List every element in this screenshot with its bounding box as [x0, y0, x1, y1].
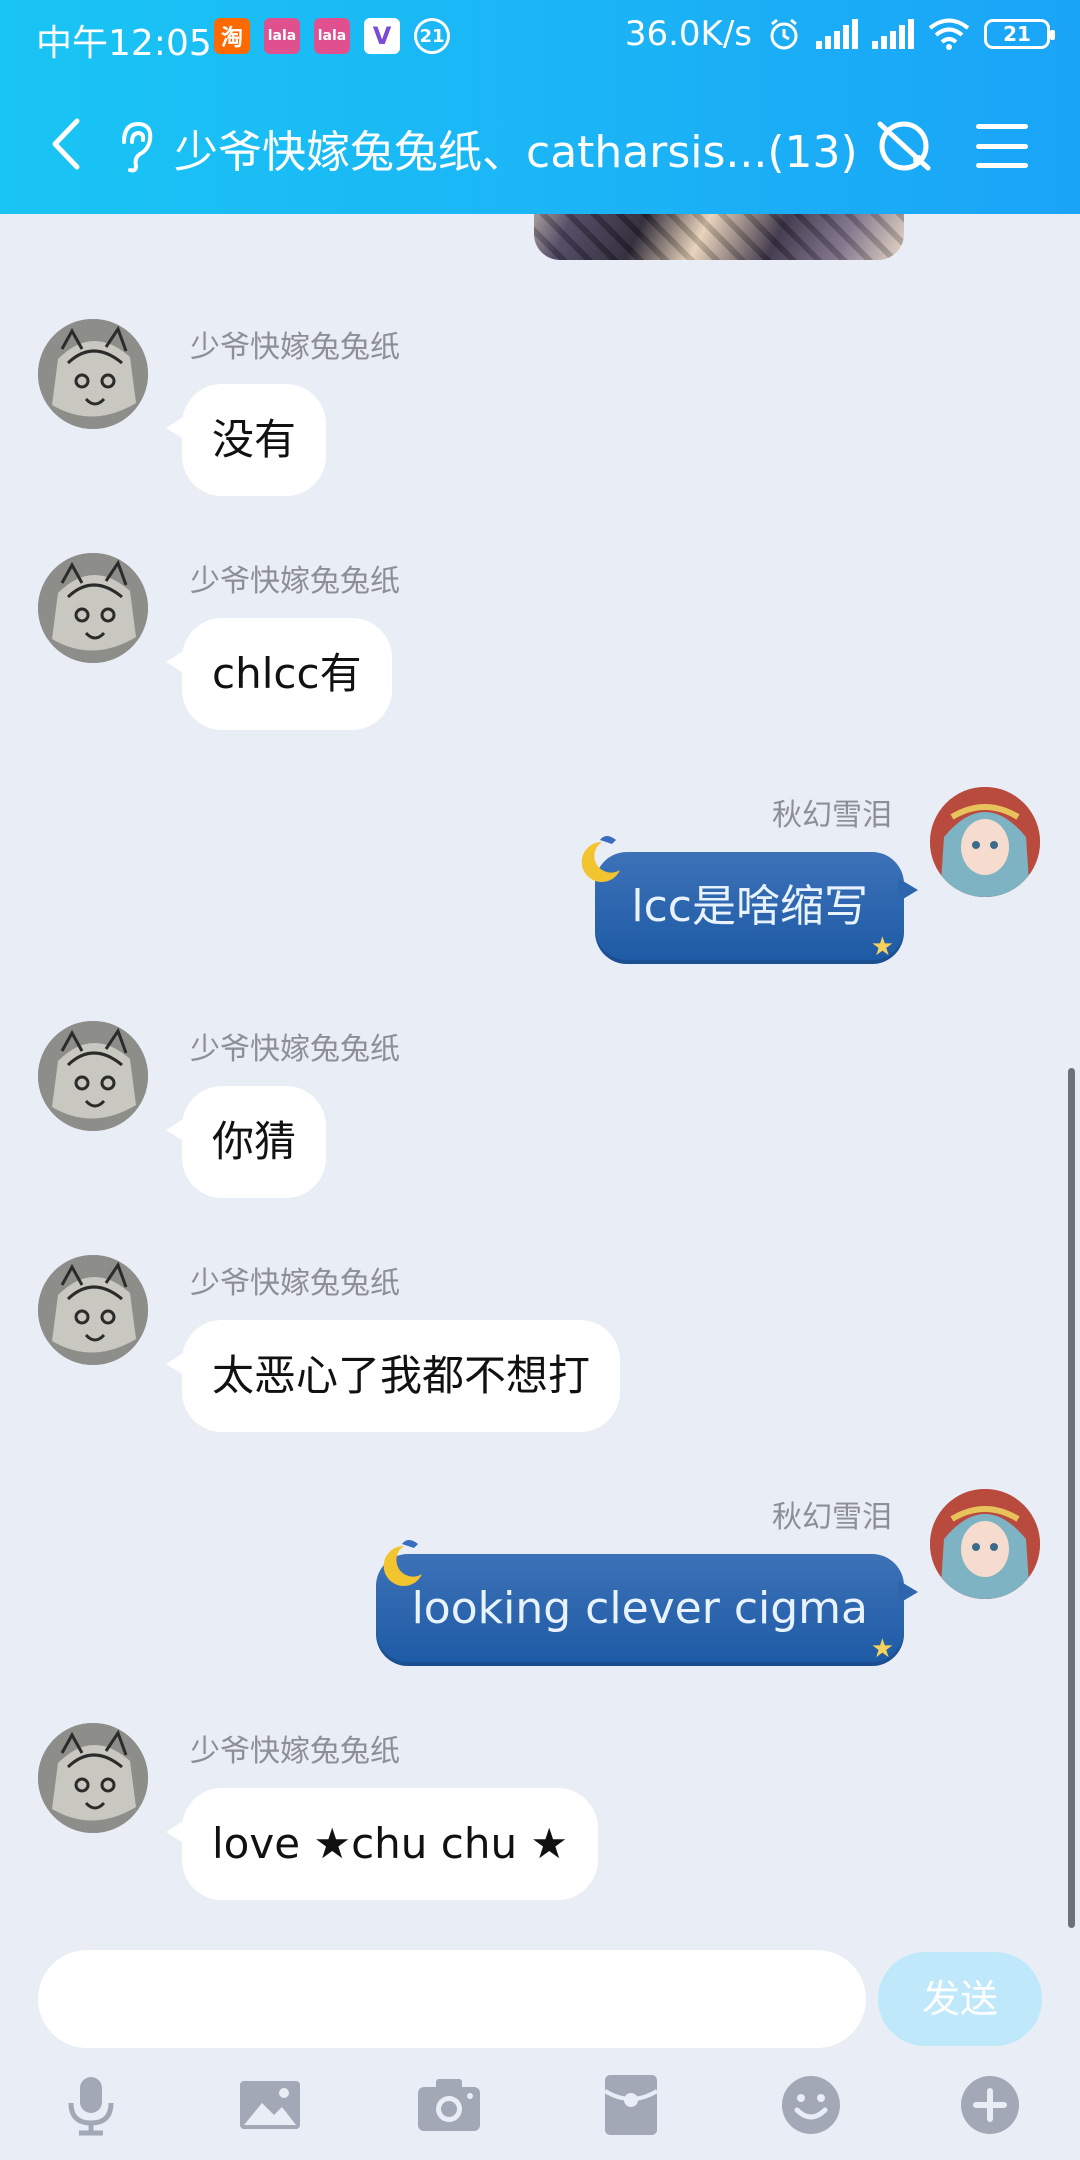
message-bubble[interactable]: love ★chu chu ★ — [165, 1788, 599, 1900]
microphone-icon — [68, 2077, 114, 2136]
red-packet-icon — [603, 2075, 659, 2135]
plus-icon — [961, 2076, 1019, 2134]
sender-name: 少爷快嫁兔兔纸 — [190, 1266, 400, 1301]
image-icon — [240, 2081, 300, 2129]
avatar[interactable] — [930, 1489, 1040, 1599]
sender-name: 秋幻雪泪 — [772, 1500, 892, 1535]
image-button[interactable] — [235, 2070, 305, 2140]
avatar[interactable] — [38, 1723, 148, 1833]
message-item: 秋幻雪泪 looking clever cigma ★ — [0, 1384, 1080, 1666]
sender-name: 少爷快嫁兔兔纸 — [190, 564, 400, 599]
status-app-icons: 淘 lala lala V 21 — [214, 18, 450, 54]
message-list[interactable]: 少爷快嫁兔兔纸 没有 少爷快嫁兔兔纸 chlcc有 秋幻雪泪 lcc是啥缩写 ★… — [0, 214, 1080, 1940]
moon-icon — [581, 836, 620, 882]
sketch-avatar-image — [38, 1723, 148, 1833]
scrollbar[interactable] — [1068, 1068, 1075, 1928]
battery-icon: 21 — [984, 19, 1055, 49]
composer: 发送 — [0, 1940, 1080, 2060]
sender-name: 少爷快嫁兔兔纸 — [190, 1734, 400, 1769]
send-button[interactable]: 发送 — [878, 1952, 1042, 2046]
signal-icon — [872, 19, 914, 49]
sketch-avatar-image — [38, 1255, 148, 1365]
more-button[interactable] — [955, 2070, 1025, 2140]
notification-count-icon: 21 — [414, 18, 450, 54]
camera-icon — [418, 2079, 480, 2131]
mute-planet-icon[interactable] — [872, 114, 936, 178]
avatar[interactable] — [930, 787, 1040, 897]
message-item: 少爷快嫁兔兔纸 love ★chu chu ★ — [0, 1618, 1080, 1900]
input-toolbar — [0, 2070, 1080, 2160]
lala-icon: lala — [314, 18, 350, 54]
message-item: 少爷快嫁兔兔纸 你猜 — [0, 916, 1080, 1198]
menu-line — [976, 124, 1028, 129]
voice-button[interactable] — [56, 2070, 126, 2140]
taobao-icon: 淘 — [214, 18, 250, 54]
chat-title[interactable]: 少爷快嫁兔兔纸、catharsis...(13) — [174, 116, 858, 180]
menu-button[interactable] — [972, 118, 1032, 174]
back-button[interactable] — [38, 114, 94, 174]
message-item: 少爷快嫁兔兔纸 chlcc有 — [0, 448, 1080, 730]
status-time: 中午12:05 — [36, 23, 212, 64]
message-item: 秋幻雪泪 lcc是啥缩写 ★ — [0, 682, 1080, 964]
wifi-icon — [928, 18, 970, 50]
message-item: 少爷快嫁兔兔纸 太恶心了我都不想打 — [0, 1150, 1080, 1432]
camera-button[interactable] — [414, 2070, 484, 2140]
sender-name: 秋幻雪泪 — [772, 798, 892, 833]
sketch-avatar-image — [38, 553, 148, 663]
signal-icon — [816, 19, 858, 49]
sender-name: 少爷快嫁兔兔纸 — [190, 1032, 400, 1067]
status-right: 36.0K/s 21 — [624, 14, 1055, 54]
sketch-avatar-image — [38, 319, 148, 429]
menu-line — [976, 163, 1028, 168]
network-speed: 36.0K/s — [624, 14, 752, 54]
sender-name: 少爷快嫁兔兔纸 — [190, 330, 400, 365]
message-input[interactable] — [38, 1950, 866, 2048]
lala-icon: lala — [264, 18, 300, 54]
emoji-icon — [782, 2076, 840, 2134]
avatar[interactable] — [38, 1021, 148, 1131]
avatar[interactable] — [38, 553, 148, 663]
status-bar: 中午12:05 淘 lala lala V 21 36.0K/s 21 — [0, 0, 1080, 78]
menu-line — [976, 143, 1028, 149]
nav-bar: 少爷快嫁兔兔纸、catharsis...(13) — [0, 100, 1080, 190]
red-packet-button[interactable] — [596, 2070, 666, 2140]
anime-avatar-image — [930, 1489, 1040, 1599]
ear-icon[interactable] — [112, 118, 158, 174]
v-app-icon: V — [364, 18, 400, 54]
chat-header: 中午12:05 淘 lala lala V 21 36.0K/s 21 少爷快嫁… — [0, 0, 1080, 214]
message-item: 少爷快嫁兔兔纸 没有 — [0, 214, 1080, 496]
moon-icon — [383, 1540, 422, 1586]
anime-avatar-image — [930, 787, 1040, 897]
chevron-left-icon — [52, 118, 80, 170]
alarm-icon — [770, 18, 798, 50]
emoji-button[interactable] — [776, 2070, 846, 2140]
avatar[interactable] — [38, 319, 148, 429]
sketch-avatar-image — [38, 1021, 148, 1131]
avatar[interactable] — [38, 1255, 148, 1365]
